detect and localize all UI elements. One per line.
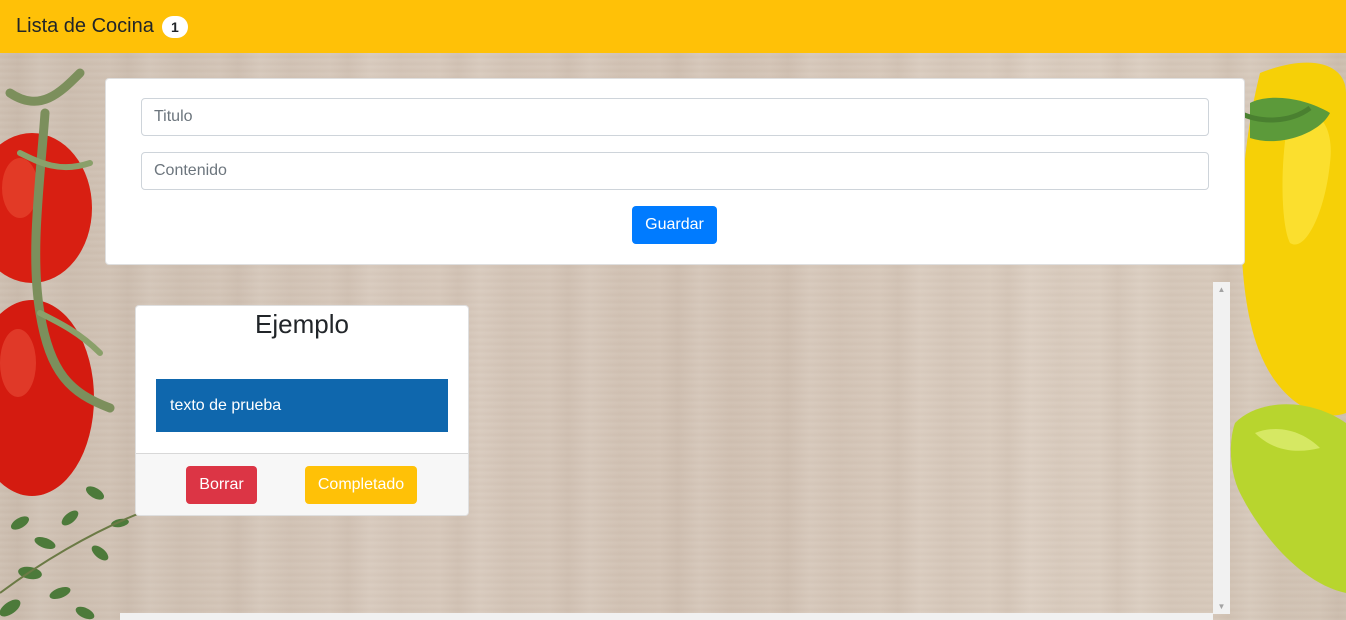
navbar: Lista de Cocina 1	[0, 0, 1346, 53]
item-count-badge: 1	[161, 15, 188, 38]
content-input[interactable]	[141, 152, 1209, 190]
vertical-scrollbar[interactable]: ▲ ▼	[1213, 282, 1230, 614]
scroll-up-arrow-icon[interactable]: ▲	[1213, 282, 1230, 297]
note-title: Ejemplo	[255, 309, 349, 339]
horizontal-scrollbar[interactable]	[120, 613, 1213, 620]
note-form-card: Guardar	[105, 78, 1245, 265]
note-content: texto de prueba	[156, 379, 448, 432]
title-input[interactable]	[141, 98, 1209, 136]
note-card-footer: Borrar Completado	[136, 453, 468, 515]
navbar-brand[interactable]: Lista de Cocina	[16, 15, 154, 38]
delete-button[interactable]: Borrar	[186, 466, 257, 504]
note-card: Ejemplo texto de prueba Borrar Completad…	[135, 305, 469, 516]
scrollbar-track[interactable]	[1215, 297, 1228, 599]
save-button[interactable]: Guardar	[632, 206, 717, 244]
complete-button[interactable]: Completado	[305, 466, 417, 504]
scroll-down-arrow-icon[interactable]: ▼	[1213, 599, 1230, 614]
